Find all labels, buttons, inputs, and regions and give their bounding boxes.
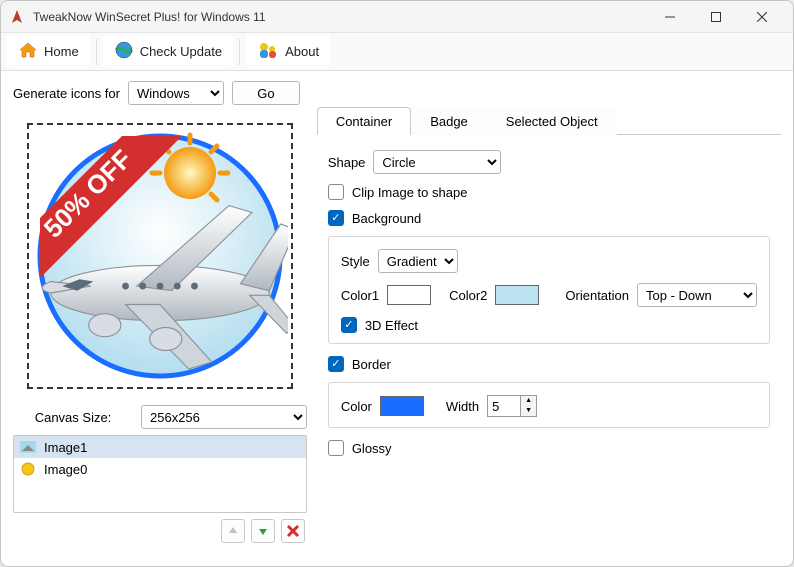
- background-group: Style Gradient Color1 Color2 Orientation…: [328, 236, 770, 344]
- spinner-down-icon[interactable]: ▼: [521, 406, 536, 416]
- color1-label: Color1: [341, 288, 379, 303]
- canvas-size-select[interactable]: 256x256: [141, 405, 307, 429]
- effect3d-checkbox[interactable]: ✓: [341, 317, 357, 333]
- layer-name: Image1: [44, 440, 87, 455]
- border-color-swatch[interactable]: [380, 396, 424, 416]
- home-button[interactable]: Home: [7, 35, 90, 68]
- border-checkbox[interactable]: ✓: [328, 356, 344, 372]
- maximize-button[interactable]: [693, 1, 739, 33]
- toolbar-separator: [239, 39, 240, 65]
- generate-target-select[interactable]: Windows: [128, 81, 224, 105]
- background-checkbox[interactable]: ✓: [328, 210, 344, 226]
- canvas-size-label: Canvas Size:: [13, 410, 133, 425]
- left-panel: Generate icons for Windows Go: [13, 81, 307, 554]
- home-label: Home: [44, 44, 79, 59]
- border-width-input[interactable]: [488, 396, 520, 416]
- right-panel: Container Badge Selected Object Shape Ci…: [317, 81, 781, 554]
- layer-thumb-icon: [20, 461, 36, 477]
- effect3d-label: 3D Effect: [365, 318, 418, 333]
- layer-row[interactable]: Image0: [14, 458, 306, 480]
- close-button[interactable]: [739, 1, 785, 33]
- tab-container[interactable]: Container: [317, 107, 411, 135]
- layers-list[interactable]: Image1 Image0: [13, 435, 307, 513]
- layer-name: Image0: [44, 462, 87, 477]
- border-label: Border: [352, 357, 391, 372]
- border-width-spinner[interactable]: ▲▼: [487, 395, 537, 417]
- glossy-label: Glossy: [352, 441, 392, 456]
- layer-thumb-icon: [20, 439, 36, 455]
- spinner-up-icon[interactable]: ▲: [521, 396, 536, 406]
- generate-row: Generate icons for Windows Go: [13, 81, 307, 105]
- orientation-label: Orientation: [565, 288, 629, 303]
- container-panel: Shape Circle Clip Image to shape ✓ Backg…: [317, 135, 781, 481]
- about-button[interactable]: About: [246, 35, 330, 68]
- border-width-label: Width: [446, 399, 479, 414]
- titlebar: TweakNow WinSecret Plus! for Windows 11: [1, 1, 793, 33]
- icon-canvas[interactable]: 50% OFF: [27, 123, 293, 389]
- generate-label: Generate icons for: [13, 86, 120, 101]
- border-color-label: Color: [341, 399, 372, 414]
- color1-swatch[interactable]: [387, 285, 431, 305]
- layer-buttons: [13, 519, 307, 543]
- style-label: Style: [341, 254, 370, 269]
- home-icon: [18, 40, 38, 63]
- content-area: Generate icons for Windows Go: [1, 71, 793, 566]
- background-label: Background: [352, 211, 421, 226]
- about-icon: [257, 40, 279, 63]
- app-window: TweakNow WinSecret Plus! for Windows 11 …: [0, 0, 794, 567]
- shape-label: Shape: [328, 155, 366, 170]
- minimize-button[interactable]: [647, 1, 693, 33]
- move-down-button[interactable]: [251, 519, 275, 543]
- layer-row[interactable]: Image1: [14, 436, 306, 458]
- color2-swatch[interactable]: [495, 285, 539, 305]
- go-button[interactable]: Go: [232, 81, 300, 105]
- clip-label: Clip Image to shape: [352, 185, 468, 200]
- about-label: About: [285, 44, 319, 59]
- tab-bar: Container Badge Selected Object: [317, 107, 781, 135]
- window-title: TweakNow WinSecret Plus! for Windows 11: [33, 10, 647, 24]
- app-icon: [9, 9, 25, 25]
- orientation-select[interactable]: Top - Down: [637, 283, 757, 307]
- move-up-button[interactable]: [221, 519, 245, 543]
- canvas-size-row: Canvas Size: 256x256: [13, 405, 307, 429]
- glossy-checkbox[interactable]: [328, 440, 344, 456]
- icon-preview: 50% OFF: [32, 128, 288, 384]
- color2-label: Color2: [449, 288, 487, 303]
- check-update-button[interactable]: Check Update: [103, 35, 233, 68]
- main-toolbar: Home Check Update About: [1, 33, 793, 71]
- tab-badge[interactable]: Badge: [411, 107, 487, 135]
- toolbar-separator: [96, 39, 97, 65]
- shape-select[interactable]: Circle: [373, 150, 501, 174]
- delete-layer-button[interactable]: [281, 519, 305, 543]
- border-group: Color Width ▲▼: [328, 382, 770, 428]
- clip-checkbox[interactable]: [328, 184, 344, 200]
- check-update-label: Check Update: [140, 44, 222, 59]
- globe-icon: [114, 40, 134, 63]
- style-select[interactable]: Gradient: [378, 249, 458, 273]
- tab-selected-object[interactable]: Selected Object: [487, 107, 617, 135]
